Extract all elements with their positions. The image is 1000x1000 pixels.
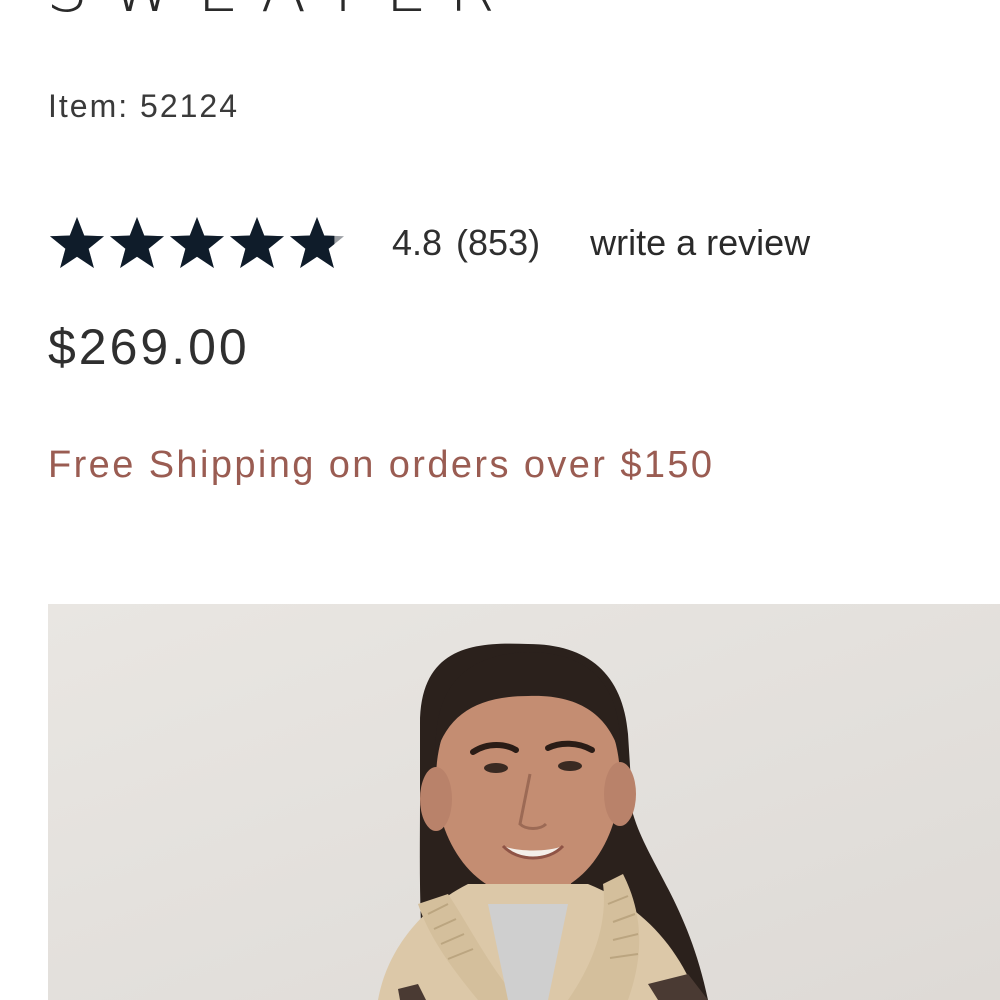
review-count[interactable]: (853) [456,222,540,264]
write-review-link[interactable]: write a review [590,222,810,264]
item-number-line: Item: 52124 [48,88,239,125]
free-shipping-banner: Free Shipping on orders over $150 [48,444,715,486]
product-price: $269.00 [48,319,250,375]
item-label: Item: [48,88,130,124]
rating-value: 4.8 [392,222,443,263]
star-icon [110,217,164,268]
star-icon [290,217,344,268]
item-number: 52124 [140,88,239,124]
product-page: SWEATER Item: 52124 4.8 (853) write a re… [0,0,1000,1000]
product-title: SWEATER [46,0,517,22]
product-image[interactable] [48,604,1000,1000]
star-icon [50,217,104,268]
star-icon [170,217,224,268]
star-rating[interactable] [48,214,348,272]
rating-row: 4.8 (853) write a review [48,208,810,278]
product-photo-illustration [378,643,708,1000]
star-icon [230,217,284,268]
